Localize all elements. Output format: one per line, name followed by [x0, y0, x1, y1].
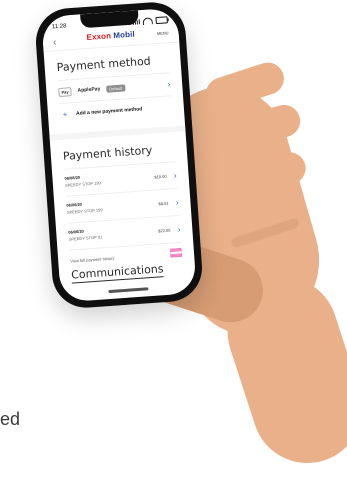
- payment-method-title: Payment method: [56, 54, 152, 75]
- brand-logo: Exxon Mobil: [86, 30, 135, 42]
- section-gap: [49, 125, 186, 141]
- tx-merchant: SPEEDY STOP 199: [66, 207, 103, 215]
- phone-screen: 11:28 ‹ Exxon Mobil MENU Payment method: [41, 7, 197, 303]
- chevron-right-icon: ›: [175, 197, 179, 208]
- tx-date: 06/06/20: [66, 201, 83, 208]
- default-badge: Default: [106, 83, 126, 93]
- brand-exxon: Exxon: [86, 31, 112, 42]
- tx-merchant: SPEEDY STOP 199: [64, 180, 101, 188]
- wifi-icon: [142, 16, 153, 25]
- payment-method-name: ApplePay: [77, 86, 101, 94]
- tx-amount: $22.00: [157, 227, 171, 234]
- payment-history-title: Payment history: [62, 143, 153, 163]
- signal-icon: [132, 18, 140, 25]
- tx-amount: $8.01: [158, 200, 169, 207]
- chevron-right-icon: ›: [167, 79, 171, 89]
- home-indicator: [108, 287, 149, 294]
- tx-date: 06/06/20: [68, 228, 84, 235]
- chevron-right-icon: ›: [177, 224, 181, 235]
- chevron-right-icon: ›: [173, 171, 177, 181]
- partial-caption: ed: [0, 409, 21, 429]
- add-payment-method-label: Add a new payment method: [75, 106, 143, 117]
- back-icon[interactable]: ‹: [53, 37, 57, 48]
- communications-title[interactable]: Communications: [70, 262, 165, 284]
- apple-pay-icon: Pay: [58, 86, 72, 97]
- brand-mobil: Mobil: [113, 29, 136, 41]
- tx-date: 06/08/20: [64, 174, 81, 181]
- battery-icon: [155, 15, 168, 24]
- tx-amount: $10.00: [154, 173, 167, 180]
- screen-content: Payment method Pay ApplePay Default › + …: [44, 43, 197, 303]
- status-icons: [132, 15, 168, 25]
- plus-icon: +: [62, 111, 68, 119]
- phone: 11:28 ‹ Exxon Mobil MENU Payment method: [33, 0, 205, 310]
- flag-icon: [169, 247, 183, 258]
- view-full-history-label: View full payment history: [70, 255, 115, 264]
- menu-label[interactable]: MENU: [157, 30, 169, 36]
- tx-merchant: SPEEDY STOP 91: [68, 234, 103, 242]
- status-time: 11:28: [51, 23, 67, 31]
